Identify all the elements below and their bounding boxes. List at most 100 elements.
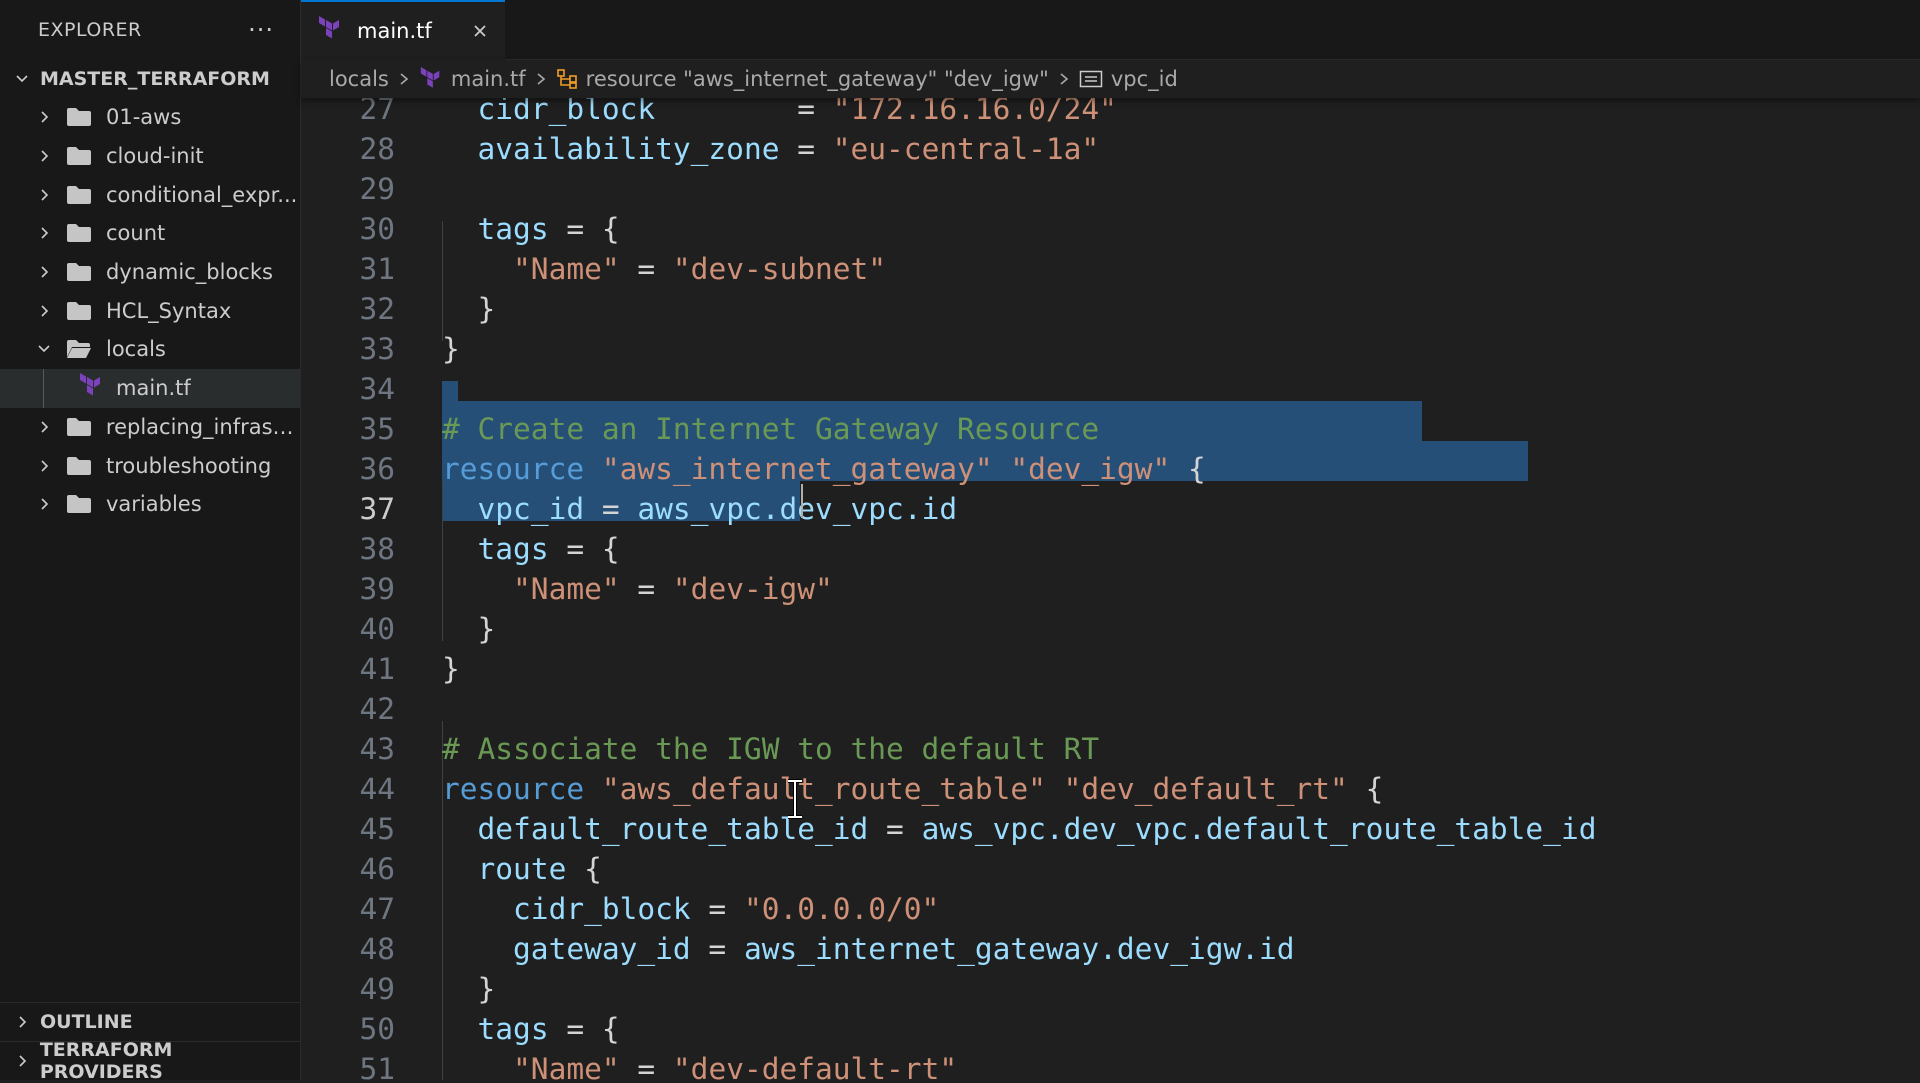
breadcrumb-file[interactable]: main.tf <box>419 67 526 91</box>
code-line: 51 "Name" = "dev-default-rt" <box>301 1049 1920 1080</box>
line-number: 33 <box>359 332 395 366</box>
code-line: 38 tags = { <box>301 529 1920 569</box>
folder-icon <box>66 301 92 321</box>
line-number: 31 <box>359 252 395 286</box>
close-icon[interactable] <box>469 20 491 42</box>
mouse-ibeam-cursor-icon <box>788 779 802 819</box>
code-line: 30 tags = { <box>301 209 1920 249</box>
terraform-file-icon <box>78 372 104 404</box>
chevron-right-icon[interactable] <box>32 148 56 164</box>
code-text: vpc_id = aws_vpc.dev_vpc.id <box>477 492 958 526</box>
file-tree: 01-aws cloud-init conditional_expr...count… <box>0 98 300 524</box>
symbol-field-icon <box>1079 69 1103 89</box>
folder-item-dynamic-blocks[interactable]: dynamic_blocks <box>0 253 300 292</box>
chevron-right-icon[interactable] <box>32 303 56 319</box>
code-line: 41} <box>301 649 1920 689</box>
line-number: 29 <box>359 172 395 206</box>
chevron-right-icon[interactable] <box>32 187 56 203</box>
tree-item-label: count <box>106 221 166 246</box>
project-name: MASTER_TERRAFORM <box>40 68 270 90</box>
chevron-right-icon[interactable] <box>32 225 56 241</box>
tab-label: main.tf <box>357 19 432 43</box>
code-text: } <box>477 292 496 326</box>
code-text: # Create an Internet Gateway Resource <box>442 412 1100 446</box>
code-text: cidr_block = "0.0.0.0/0" <box>513 892 940 926</box>
folder-item-troubleshooting[interactable]: troubleshooting <box>0 446 300 485</box>
code-line: 50 tags = { <box>301 1009 1920 1049</box>
chevron-right-icon[interactable] <box>32 458 56 474</box>
chevron-right-icon <box>10 1053 34 1069</box>
line-number: 44 <box>359 772 395 806</box>
code-text: "Name" = "dev-subnet" <box>513 252 887 286</box>
folder-item-locals[interactable]: locals <box>0 330 300 369</box>
project-root-header[interactable]: MASTER_TERRAFORM <box>0 60 300 98</box>
code-line: 28 availability_zone = "eu-central-1a" <box>301 129 1920 169</box>
tree-item-label: HCL_Syntax <box>106 298 232 323</box>
code-text: } <box>442 332 460 366</box>
folder-item-count[interactable]: count <box>0 214 300 253</box>
chevron-right-icon[interactable] <box>32 419 56 435</box>
chevron-right-icon[interactable] <box>32 496 56 512</box>
code-text: # Associate the IGW to the default RT <box>442 732 1100 766</box>
code-text: "Name" = "dev-igw" <box>513 572 833 606</box>
chevron-right-icon[interactable] <box>32 109 56 125</box>
code-text: } <box>477 612 496 646</box>
folder-item-variables[interactable]: variables <box>0 485 300 524</box>
line-number: 40 <box>359 612 395 646</box>
file-item-main-tf[interactable]: main.tf <box>0 368 300 408</box>
tree-item-label: variables <box>106 492 202 517</box>
line-number: 48 <box>359 932 395 966</box>
line-number: 28 <box>359 132 395 166</box>
code-text: tags = { <box>477 212 620 246</box>
outline-section-header[interactable]: OUTLINE <box>0 1002 300 1041</box>
code-line: 47 cidr_block = "0.0.0.0/0" <box>301 889 1920 929</box>
folder-item-replacing-infrast[interactable]: replacing_infrast... <box>0 408 300 447</box>
terraform-providers-section-header[interactable]: TERRAFORM PROVIDERS <box>0 1039 300 1083</box>
folder-item-cloud-init[interactable]: cloud-init <box>0 137 300 176</box>
outline-label: OUTLINE <box>40 1011 133 1033</box>
chevron-right-icon <box>10 1014 34 1030</box>
chevron-right-icon <box>397 71 411 87</box>
folder-icon <box>66 456 92 476</box>
tree-item-label: replacing_infrast... <box>105 414 300 439</box>
line-number: 49 <box>359 972 395 1006</box>
folder-item-hcl-syntax[interactable]: HCL_Syntax <box>0 291 300 330</box>
folder-icon <box>66 417 92 437</box>
line-number: 39 <box>359 572 395 606</box>
code-line: 46 route { <box>301 849 1920 889</box>
folder-icon <box>66 262 92 282</box>
editor-tab-bar: main.tf <box>301 0 1920 60</box>
folder-item-conditional-expr[interactable]: conditional_expr... <box>0 175 300 214</box>
code-line: 32 } <box>301 289 1920 329</box>
chevron-down-icon[interactable] <box>32 341 56 357</box>
code-text: } <box>477 972 496 1006</box>
breadcrumb-file-label: main.tf <box>450 67 526 91</box>
code-line: 48 gateway_id = aws_internet_gateway.dev… <box>301 929 1920 969</box>
explorer-sidebar: EXPLORER ··· MASTER_TERRAFORM 01-aws clou… <box>0 0 301 1083</box>
code-editor[interactable]: 27 cidr_block = "172.16.16.0/24" 28 avail… <box>301 98 1920 1080</box>
folder-icon <box>66 107 92 127</box>
code-text: resource "aws_default_route_table" "dev_… <box>442 772 1384 806</box>
text-caret <box>801 484 803 518</box>
code-line: 39 "Name" = "dev-igw" <box>301 569 1920 609</box>
code-text: cidr_block = "172.16.16.0/24" <box>477 98 1117 126</box>
folder-icon <box>66 146 92 166</box>
explorer-title: EXPLORER <box>38 19 142 41</box>
more-actions-icon[interactable]: ··· <box>248 16 274 44</box>
breadcrumb-attribute[interactable]: vpc_id <box>1079 67 1178 91</box>
tree-item-label: conditional_expr... <box>106 182 298 207</box>
breadcrumb-folder[interactable]: locals <box>329 67 389 91</box>
code-line: 34 <box>301 369 1920 409</box>
chevron-down-icon <box>10 71 34 87</box>
folder-icon <box>66 223 92 243</box>
code-text: gateway_id = aws_internet_gateway.dev_ig… <box>513 932 1295 966</box>
line-number: 47 <box>359 892 395 926</box>
code-line: 33} <box>301 329 1920 369</box>
folder-item-01-aws[interactable]: 01-aws <box>0 98 300 137</box>
breadcrumb: locals main.tf resource "aws_internet_ga… <box>301 60 1920 98</box>
breadcrumb-resource[interactable]: resource "aws_internet_gateway" "dev_igw… <box>556 67 1049 91</box>
line-number: 37 <box>359 492 395 526</box>
code-line: 31 "Name" = "dev-subnet" <box>301 249 1920 289</box>
tab-main-tf[interactable]: main.tf <box>301 0 505 60</box>
chevron-right-icon[interactable] <box>32 264 56 280</box>
